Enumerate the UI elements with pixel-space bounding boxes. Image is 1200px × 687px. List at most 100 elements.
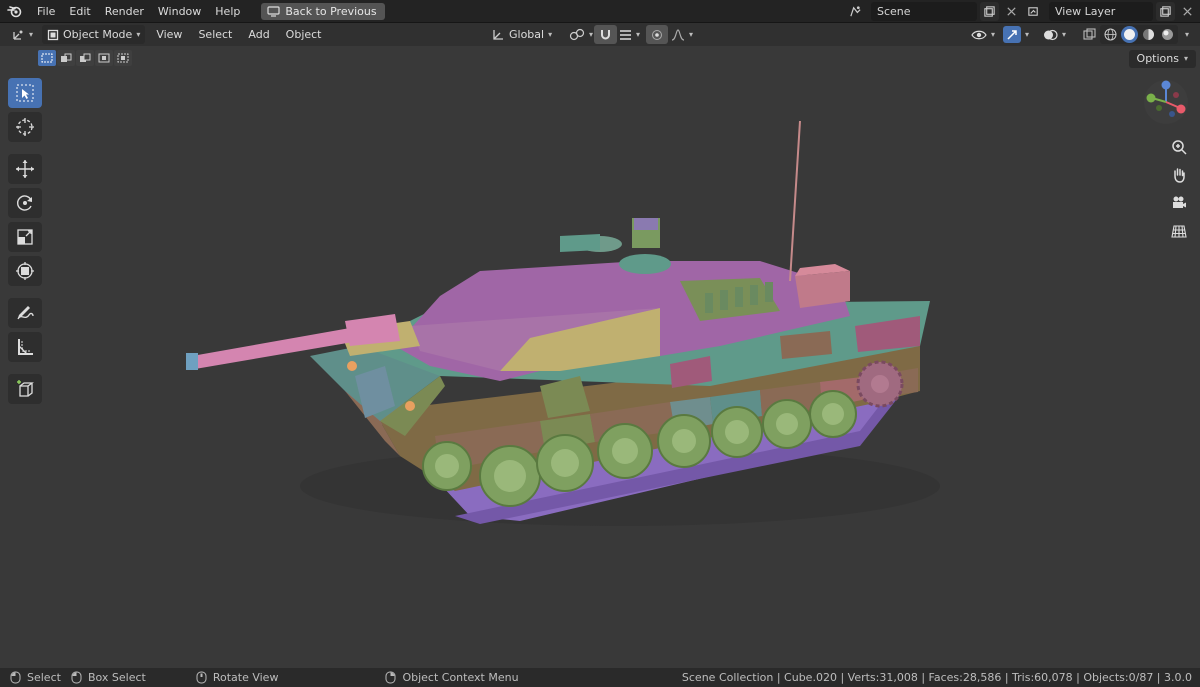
chevron-down-icon: ▾	[589, 30, 594, 39]
top-bar: File Edit Render Window Help Back to Pre…	[0, 0, 1200, 23]
scene-icon[interactable]	[842, 2, 868, 21]
navigation-gizmo[interactable]	[1142, 78, 1190, 126]
chevron-down-icon: ▾	[636, 30, 641, 39]
shading-options-dropdown[interactable]: ▾	[1180, 25, 1194, 44]
delete-view-layer-icon[interactable]	[1178, 2, 1197, 21]
menu-help[interactable]: Help	[208, 0, 247, 23]
falloff-selector[interactable]: ▾	[666, 25, 698, 44]
options-label: Options	[1136, 52, 1179, 65]
pencil-icon	[17, 306, 34, 320]
tank-model[interactable]	[0, 46, 1200, 668]
solid-shading-icon[interactable]	[1121, 26, 1138, 43]
select-subtract-icon[interactable]	[76, 50, 94, 66]
select-difference-icon[interactable]	[95, 50, 113, 66]
zoom-icon[interactable]	[1166, 136, 1192, 158]
snap-target-selector[interactable]: ▾	[614, 25, 645, 44]
pivot-icon	[569, 28, 585, 40]
snap-increment-icon	[620, 29, 631, 40]
camera-icon[interactable]	[1166, 192, 1192, 214]
pivot-point-selector[interactable]: ▾	[564, 25, 598, 44]
orientation-label: Global	[509, 28, 545, 41]
delete-scene-icon[interactable]	[1002, 2, 1021, 21]
3d-viewport[interactable]: Options ▾	[0, 46, 1200, 668]
mouse-right-icon	[385, 671, 396, 684]
chevron-down-icon: ▾	[1183, 54, 1188, 63]
chevron-down-icon: ▾	[548, 30, 553, 39]
status-box-select: Box Select	[71, 671, 146, 684]
chevron-down-icon: ▾	[1185, 30, 1190, 39]
rotate-icon	[16, 195, 32, 211]
transform-orientation-selector[interactable]: Global ▾	[486, 25, 557, 44]
new-view-layer-icon[interactable]	[1156, 2, 1175, 21]
orientation-icon	[493, 29, 503, 40]
scene-name-field[interactable]: Scene	[871, 2, 977, 21]
view-layer-icon[interactable]	[1020, 2, 1046, 21]
magnet-icon	[601, 30, 610, 40]
visibility-selector[interactable]: ▾	[966, 25, 1000, 44]
scale-tool[interactable]	[8, 222, 42, 252]
overlays-icon	[1044, 29, 1058, 40]
navigation-tools	[1166, 136, 1192, 242]
status-rotate-view: Rotate View	[196, 671, 278, 684]
xray-toggle[interactable]	[1078, 25, 1101, 44]
z-axis-icon[interactable]	[1161, 80, 1171, 90]
menu-object[interactable]: Object	[281, 25, 327, 44]
scale-icon	[17, 229, 33, 245]
transform-icon	[16, 262, 34, 280]
blender-logo-icon[interactable]	[0, 0, 30, 23]
menu-select[interactable]: Select	[193, 25, 237, 44]
menu-view[interactable]: View	[151, 25, 187, 44]
hand-pan-icon[interactable]	[1166, 164, 1192, 186]
screen-icon	[267, 5, 280, 17]
xray-icon	[1083, 28, 1096, 40]
x-axis-icon[interactable]	[1176, 104, 1186, 114]
select-new-icon[interactable]	[38, 50, 56, 66]
mouse-middle-icon	[196, 671, 207, 684]
select-box-tool[interactable]	[8, 78, 42, 108]
add-cube-icon	[17, 380, 34, 397]
back-to-previous-button[interactable]: Back to Previous	[261, 2, 385, 20]
transform-tool[interactable]	[8, 256, 42, 286]
axes-icon	[13, 30, 23, 40]
menu-render[interactable]: Render	[98, 0, 151, 23]
menu-file[interactable]: File	[30, 0, 62, 23]
mouse-drag-icon	[71, 671, 82, 684]
wireframe-shading-icon[interactable]	[1102, 26, 1119, 43]
gizmo-toggle[interactable]: ▾	[998, 25, 1034, 44]
status-select-label: Select	[27, 671, 61, 684]
menu-add[interactable]: Add	[243, 25, 274, 44]
chevron-down-icon: ▾	[136, 30, 141, 39]
select-intersect-icon[interactable]	[114, 50, 132, 66]
options-dropdown[interactable]: Options ▾	[1128, 50, 1196, 68]
status-bar: Select Box Select Rotate View Object Con…	[0, 668, 1200, 687]
proportional-editing-toggle[interactable]	[646, 25, 668, 44]
new-scene-icon[interactable]	[980, 2, 999, 21]
overlays-toggle[interactable]: ▾	[1038, 25, 1071, 44]
rotate-tool[interactable]	[8, 188, 42, 218]
object-mode-icon	[47, 29, 59, 40]
menu-window[interactable]: Window	[151, 0, 208, 23]
mouse-left-icon	[10, 671, 21, 684]
move-tool[interactable]	[8, 154, 42, 184]
select-extend-icon[interactable]	[57, 50, 75, 66]
rendered-shading-icon[interactable]	[1159, 26, 1176, 43]
scene-statistics: Scene Collection | Cube.020 | Verts:31,0…	[681, 671, 1192, 684]
mode-selector[interactable]: Object Mode ▾	[42, 25, 146, 44]
annotate-tool[interactable]	[8, 298, 42, 328]
mode-label: Object Mode	[63, 28, 133, 41]
status-box-select-label: Box Select	[87, 671, 146, 684]
chevron-down-icon: ▾	[1062, 30, 1067, 39]
menu-edit[interactable]: Edit	[62, 0, 97, 23]
y-axis-icon[interactable]	[1146, 93, 1156, 103]
grid-view-icon[interactable]	[1166, 220, 1192, 242]
add-cube-tool[interactable]	[8, 374, 42, 404]
editor-type-button[interactable]: ▾	[6, 25, 38, 44]
shading-mode-group	[1100, 25, 1178, 44]
falloff-curve-icon	[671, 28, 685, 41]
measure-tool[interactable]	[8, 332, 42, 362]
chevron-down-icon: ▾	[1025, 30, 1030, 39]
viewport-header: ▾ Object Mode ▾ View Select Add Object G…	[0, 23, 1200, 46]
material-shading-icon[interactable]	[1140, 26, 1157, 43]
view-layer-name-field[interactable]: View Layer	[1049, 2, 1153, 21]
cursor-tool[interactable]	[8, 112, 42, 142]
